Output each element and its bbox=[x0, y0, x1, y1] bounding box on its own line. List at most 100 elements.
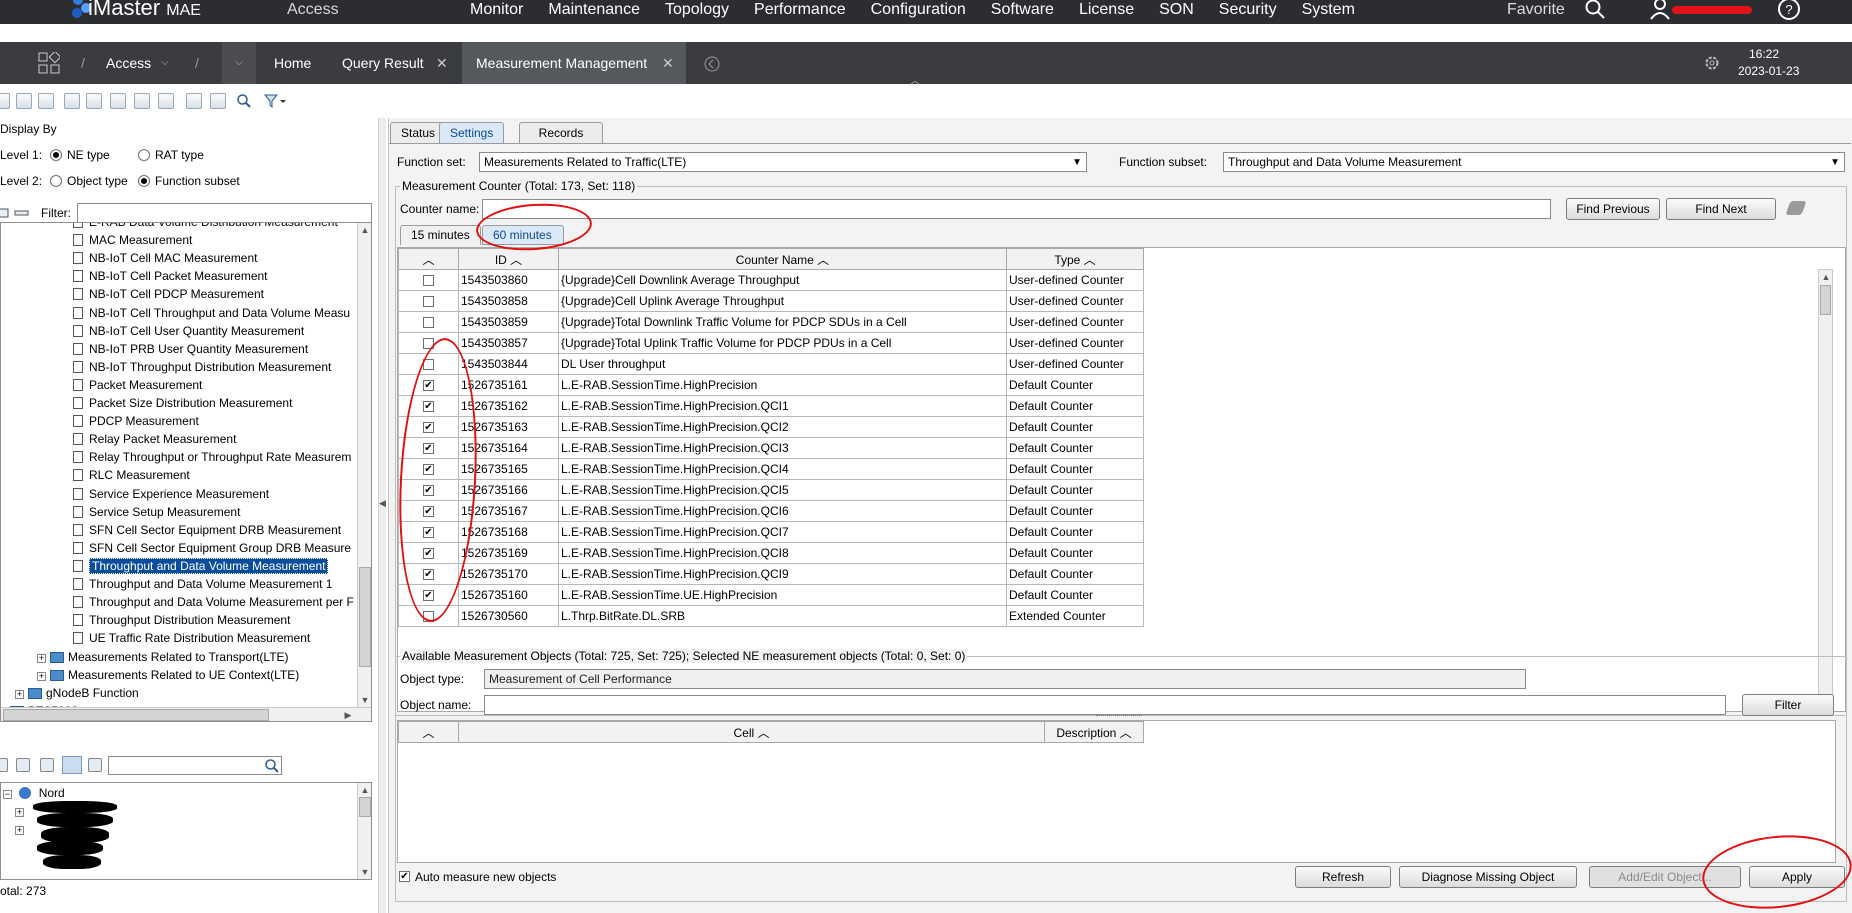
tree-item[interactable]: NB-IoT Cell Packet Measurement bbox=[73, 267, 268, 285]
dropdown-arrow-icon[interactable]: ▼ bbox=[1830, 157, 1840, 168]
level1-ne-type-radio[interactable] bbox=[50, 149, 62, 161]
search-icon[interactable] bbox=[236, 93, 252, 109]
scroll-thumb[interactable] bbox=[1820, 285, 1831, 315]
collapse-all-icon[interactable] bbox=[14, 206, 30, 220]
menu-item-monitor[interactable]: Monitor bbox=[470, 1, 523, 19]
search-icon[interactable] bbox=[264, 758, 280, 774]
nav-node[interactable]: + bbox=[15, 802, 28, 820]
expand-icon[interactable]: + bbox=[37, 671, 46, 681]
tree-item[interactable]: E-RAB Data Volume Distribution Measureme… bbox=[73, 223, 338, 231]
tree-folder[interactable]: + gNodeB Function bbox=[15, 684, 139, 702]
table-row[interactable]: 1543503858 {Upgrade}Cell Uplink Average T… bbox=[398, 290, 1144, 312]
table-row[interactable]: ✔ 1526735169 L.E-RAB.SessionTime.HighPreci… bbox=[398, 542, 1144, 564]
tree-item[interactable]: Throughput and Data Volume Measurement bbox=[73, 557, 329, 575]
row-checkbox[interactable] bbox=[423, 317, 434, 329]
menu-item-system[interactable]: System bbox=[1302, 1, 1355, 19]
tree-vertical-scrollbar[interactable]: ▲ ▼ bbox=[357, 223, 371, 707]
tab-settings[interactable]: Settings bbox=[439, 122, 505, 144]
tree-item[interactable]: Throughput Distribution Measurement bbox=[73, 611, 290, 629]
favorite-menu[interactable]: Favorite bbox=[1507, 1, 1565, 19]
counter-name-column-header[interactable]: Counter Name ︿ bbox=[558, 248, 1007, 270]
tab-home[interactable]: Home bbox=[274, 42, 311, 84]
menu-item-son[interactable]: SON bbox=[1159, 1, 1194, 19]
tree-item[interactable]: RLC Measurement bbox=[73, 466, 190, 484]
tree-item[interactable]: Service Experience Measurement bbox=[73, 485, 269, 503]
gear-icon[interactable] bbox=[1704, 55, 1720, 71]
filter-button[interactable]: Filter bbox=[1742, 694, 1834, 716]
table-row[interactable]: ✔ 1526735163 L.E-RAB.SessionTime.HighPreci… bbox=[398, 416, 1144, 438]
scroll-right-icon[interactable]: ▶ bbox=[341, 708, 355, 721]
table-row[interactable]: ✔ 1526735170 L.E-RAB.SessionTime.HighPreci… bbox=[398, 563, 1144, 585]
menu-item-security[interactable]: Security bbox=[1219, 1, 1277, 19]
collapse-icon[interactable]: − bbox=[3, 790, 12, 799]
menu-item-configuration[interactable]: Configuration bbox=[871, 1, 966, 19]
id-column-header[interactable]: ID ︿ bbox=[458, 248, 559, 270]
menu-item-topology[interactable]: Topology bbox=[665, 1, 729, 19]
tree-folder[interactable]: + Measurements Related to Transport(LTE) bbox=[37, 648, 289, 666]
tab-status[interactable]: Status bbox=[390, 122, 447, 144]
tree-item[interactable]: Packet Size Distribution Measurement bbox=[73, 394, 292, 412]
tree-item[interactable]: Throughput and Data Volume Measurement 1 bbox=[73, 575, 332, 593]
close-icon[interactable]: ✕ bbox=[662, 42, 674, 84]
row-checkbox[interactable] bbox=[423, 296, 434, 308]
scroll-thumb[interactable] bbox=[3, 709, 269, 721]
level2-object-type-radio[interactable] bbox=[50, 175, 62, 187]
table-row[interactable]: ✔ 1526735166 L.E-RAB.SessionTime.HighPreci… bbox=[398, 479, 1144, 501]
refresh-button[interactable]: Refresh bbox=[1295, 866, 1391, 888]
level2-function-subset-radio[interactable] bbox=[138, 175, 150, 187]
nav-node[interactable]: + bbox=[15, 820, 28, 838]
table-row[interactable]: ✔ 1526735167 L.E-RAB.SessionTime.HighPreci… bbox=[398, 500, 1144, 522]
auto-measure-checkbox[interactable]: ✔ bbox=[399, 871, 410, 882]
table-row[interactable]: 1543503844 DL User throughput User-defined… bbox=[398, 353, 1144, 375]
menu-item-software[interactable]: Software bbox=[991, 1, 1054, 19]
breadcrumb-access[interactable]: Access bbox=[106, 42, 151, 84]
select-column-header[interactable]: ︿ bbox=[398, 248, 459, 270]
tree-item[interactable]: NB-IoT Cell MAC Measurement bbox=[73, 249, 258, 267]
toolbar-button-icon[interactable] bbox=[38, 93, 54, 109]
tree-item[interactable]: SFN Cell Sector Equipment Group DRB Meas… bbox=[73, 539, 351, 557]
level1-rat-type-radio[interactable] bbox=[138, 149, 150, 161]
tab-records[interactable]: Records bbox=[519, 122, 603, 144]
tab-measurement-management[interactable]: Measurement Management ✕ bbox=[462, 42, 686, 84]
find-previous-button[interactable]: Find Previous bbox=[1566, 198, 1660, 220]
tree-folder[interactable]: + Measurements Related to UE Context(LTE) bbox=[37, 666, 299, 684]
tree-item[interactable]: NB-IoT Cell Throughput and Data Volume M… bbox=[73, 304, 350, 322]
sort-az-icon[interactable] bbox=[62, 756, 82, 774]
scroll-up-icon[interactable]: ▲ bbox=[358, 223, 371, 237]
menu-item-license[interactable]: License bbox=[1079, 1, 1134, 19]
tree-item[interactable]: PDCP Measurement bbox=[73, 412, 199, 430]
app-grid-icon[interactable] bbox=[38, 52, 60, 74]
toolbar-button-icon[interactable] bbox=[16, 93, 32, 109]
tree-item[interactable]: MAC Measurement bbox=[73, 231, 192, 249]
nav-search-input[interactable] bbox=[108, 756, 282, 775]
table-row[interactable]: 1526730560 L.Thrp.BitRate.DL.SRB Extended … bbox=[398, 605, 1144, 627]
dropdown-arrow-icon[interactable]: ▼ bbox=[1072, 157, 1082, 168]
expand-icon[interactable]: + bbox=[15, 689, 24, 699]
toolbar-button-icon[interactable] bbox=[134, 93, 150, 109]
nav-vertical-scrollbar[interactable]: ▲ ▼ bbox=[357, 783, 371, 879]
tab-query-result[interactable]: Query Result bbox=[342, 42, 424, 84]
toolbar-button-icon[interactable] bbox=[186, 93, 202, 109]
counter-name-input[interactable] bbox=[482, 199, 1551, 219]
type-column-header[interactable]: Type ︿ bbox=[1006, 248, 1144, 270]
toolbar-button-icon[interactable] bbox=[210, 93, 226, 109]
expand-icon[interactable]: + bbox=[15, 808, 24, 817]
help-icon[interactable]: ? bbox=[1777, 0, 1801, 21]
tree-item[interactable]: NB-IoT Cell User Quantity Measurement bbox=[73, 322, 304, 340]
find-next-button[interactable]: Find Next bbox=[1666, 198, 1776, 220]
menu-item-performance[interactable]: Performance bbox=[754, 1, 846, 19]
nav-add-icon[interactable] bbox=[16, 758, 30, 772]
tree-item[interactable]: NB-IoT Throughput Distribution Measureme… bbox=[73, 358, 331, 376]
scroll-thumb[interactable] bbox=[359, 567, 371, 667]
tree-item[interactable]: SFN Cell Sector Equipment DRB Measuremen… bbox=[73, 521, 341, 539]
tree-item[interactable]: NB-IoT Cell PDCP Measurement bbox=[73, 285, 264, 303]
cell-column-header[interactable]: Cell ︿ bbox=[458, 721, 1045, 743]
function-set-select[interactable]: Measurements Related to Traffic(LTE) ▼ bbox=[479, 152, 1087, 172]
table-row[interactable]: 1543503860 {Upgrade}Cell Downlink Average… bbox=[398, 269, 1144, 291]
back-arrow-icon[interactable] bbox=[704, 56, 720, 72]
tree-item[interactable]: Relay Throughput or Throughput Rate Meas… bbox=[73, 448, 351, 466]
scroll-down-icon[interactable]: ▼ bbox=[358, 693, 371, 707]
counter-vertical-scrollbar[interactable]: ▲ ▼ bbox=[1818, 269, 1833, 711]
function-subset-select[interactable]: Throughput and Data Volume Measurement ▼ bbox=[1223, 152, 1845, 172]
table-row[interactable]: 1543503857 {Upgrade}Total Uplink Traffic … bbox=[398, 332, 1144, 354]
